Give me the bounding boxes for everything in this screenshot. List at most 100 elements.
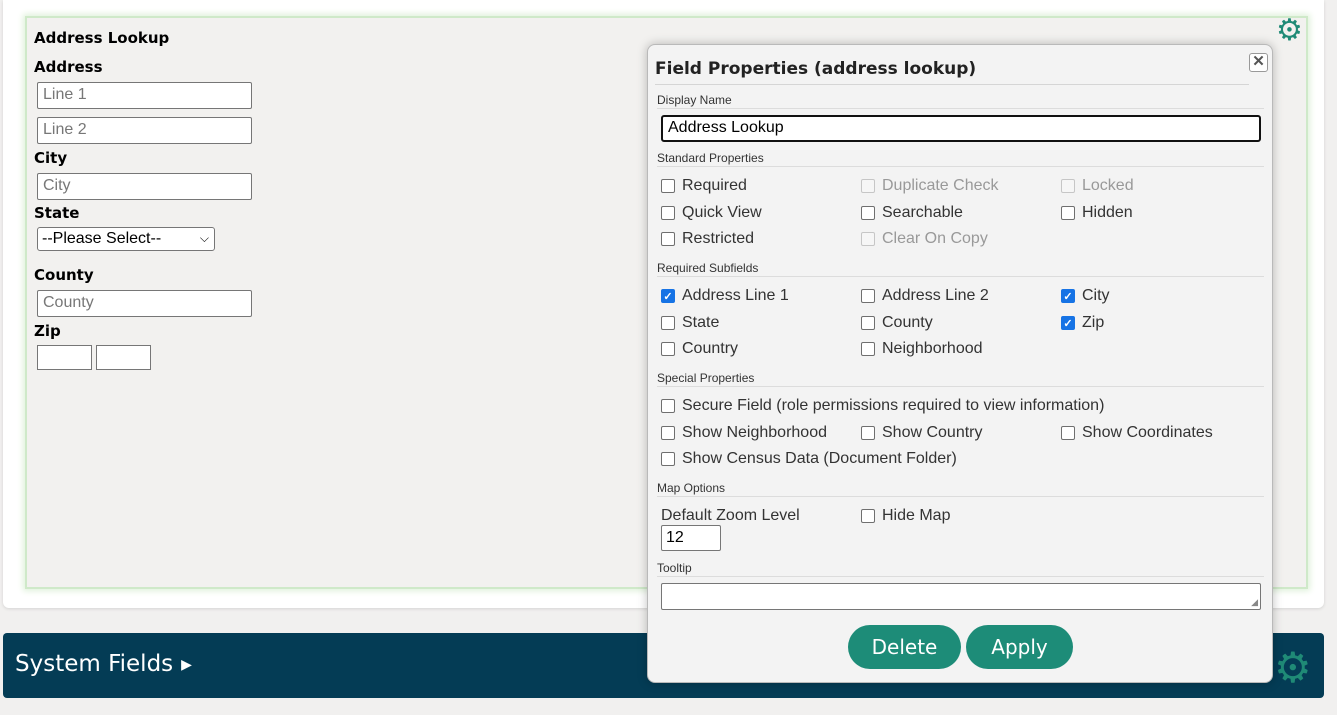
restricted-checkbox[interactable]: Restricted	[661, 230, 754, 248]
checkbox-label: Duplicate Check	[882, 177, 999, 194]
show-neighborhood-checkbox[interactable]: Show Neighborhood	[661, 424, 827, 442]
show-coordinates-checkbox[interactable]: Show Coordinates	[1061, 424, 1213, 442]
default-zoom-label: Default Zoom Level	[661, 507, 800, 524]
checkbox-box	[861, 289, 875, 303]
checkbox-box	[661, 342, 675, 356]
checkbox-box	[661, 179, 675, 193]
checkbox-label: Zip	[1082, 314, 1105, 331]
duplicate-check-checkbox: Duplicate Check	[861, 177, 999, 195]
close-icon[interactable]: ✕	[1249, 53, 1268, 72]
checkbox-label: Address Line 2	[882, 287, 989, 304]
tooltip-textarea[interactable]: ◢	[661, 583, 1261, 610]
show-census-data-checkbox[interactable]: Show Census Data (Document Folder)	[661, 450, 957, 468]
state-label: State	[34, 204, 80, 222]
checkbox-label: Hidden	[1082, 204, 1133, 221]
dialog-title: Field Properties (address lookup)	[655, 59, 977, 79]
searchable-checkbox[interactable]: Searchable	[861, 204, 963, 222]
checkbox-label: City	[1082, 287, 1110, 304]
checkbox-label: Neighborhood	[882, 340, 983, 357]
checkbox-label: Show Country	[882, 424, 983, 441]
checkbox-box	[861, 232, 875, 246]
checkbox-box	[661, 426, 675, 440]
address-line2-input[interactable]: Line 2	[37, 117, 252, 144]
tooltip-label: Tooltip	[657, 561, 1264, 577]
checkbox-box	[861, 179, 875, 193]
checkbox-box	[861, 206, 875, 220]
country-subfield-checkbox[interactable]: Country	[661, 340, 738, 358]
state-select[interactable]: --Please Select-- ⌵	[37, 227, 215, 251]
city-subfield-checkbox[interactable]: ✓ City	[1061, 287, 1110, 305]
state-select-value: --Please Select--	[42, 230, 162, 247]
checkbox-box	[661, 232, 675, 246]
checkbox-box	[861, 342, 875, 356]
clear-on-copy-checkbox: Clear On Copy	[861, 230, 988, 248]
address-label: Address	[34, 58, 103, 76]
required-subfields-label: Required Subfields	[657, 261, 1264, 277]
system-fields-title: System Fields	[15, 651, 174, 677]
state-subfield-checkbox[interactable]: State	[661, 314, 719, 332]
zip-subfield-checkbox[interactable]: ✓ Zip	[1061, 314, 1104, 332]
zip-extension-input[interactable]	[96, 345, 151, 370]
default-zoom-input[interactable]: 12	[661, 525, 721, 551]
checkbox-box	[1061, 426, 1075, 440]
checkbox-box	[661, 316, 675, 330]
checkbox-label: Show Neighborhood	[682, 424, 827, 441]
county-subfield-checkbox[interactable]: County	[861, 314, 933, 332]
county-label: County	[34, 266, 94, 284]
special-properties-label: Special Properties	[657, 371, 1264, 387]
checkbox-label: Locked	[1082, 177, 1134, 194]
checkmark-icon: ✓	[661, 289, 675, 303]
hide-map-checkbox[interactable]: Hide Map	[861, 507, 950, 525]
checkbox-label: Country	[682, 340, 739, 357]
required-checkbox[interactable]: Required	[661, 177, 747, 195]
gear-icon[interactable]: ⚙	[1276, 16, 1303, 46]
address-line-1-checkbox[interactable]: ✓ Address Line 1	[661, 287, 789, 305]
checkbox-box	[1061, 179, 1075, 193]
form-title: Address Lookup	[34, 29, 170, 47]
address-line-2-checkbox[interactable]: Address Line 2	[861, 287, 989, 305]
city-label: City	[34, 149, 68, 167]
county-input[interactable]: County	[37, 290, 252, 317]
hidden-checkbox[interactable]: Hidden	[1061, 204, 1133, 222]
delete-button[interactable]: Delete	[848, 625, 961, 669]
checkbox-label: Secure Field (role permissions required …	[682, 397, 1105, 414]
display-name-label: Display Name	[657, 93, 1264, 109]
chevron-down-icon: ⌵	[199, 231, 209, 245]
apply-button[interactable]: Apply	[966, 625, 1073, 669]
checkbox-box	[861, 426, 875, 440]
quick-view-checkbox[interactable]: Quick View	[661, 204, 762, 222]
caret-right-icon: ▶	[181, 656, 192, 673]
checkbox-label: Clear On Copy	[882, 230, 988, 247]
zip-label: Zip	[34, 322, 61, 340]
neighborhood-subfield-checkbox[interactable]: Neighborhood	[861, 340, 983, 358]
checkbox-label: Restricted	[682, 230, 755, 247]
city-input[interactable]: City	[37, 173, 252, 200]
checkbox-box	[661, 206, 675, 220]
locked-checkbox: Locked	[1061, 177, 1134, 195]
secure-field-checkbox[interactable]: Secure Field (role permissions required …	[661, 397, 1104, 415]
checkbox-box	[661, 452, 675, 466]
map-options-label: Map Options	[657, 481, 1264, 497]
show-country-checkbox[interactable]: Show Country	[861, 424, 983, 442]
resize-grip-icon[interactable]: ◢	[1251, 597, 1258, 608]
checkbox-label: Hide Map	[882, 507, 951, 524]
checkbox-label: Searchable	[882, 204, 963, 221]
checkbox-box	[861, 316, 875, 330]
field-properties-dialog: Field Properties (address lookup) ✕ Disp…	[647, 44, 1273, 683]
checkbox-label: State	[682, 314, 720, 331]
address-line1-input[interactable]: Line 1	[37, 82, 252, 109]
checkbox-label: Show Coordinates	[1082, 424, 1213, 441]
checkbox-box	[861, 509, 875, 523]
checkbox-label: County	[882, 314, 933, 331]
checkbox-label: Address Line 1	[682, 287, 789, 304]
checkbox-label: Required	[682, 177, 747, 194]
standard-properties-label: Standard Properties	[657, 151, 1264, 167]
checkbox-box	[1061, 206, 1075, 220]
display-name-input[interactable]: Address Lookup	[661, 115, 1261, 142]
checkbox-label: Show Census Data (Document Folder)	[682, 450, 957, 467]
zip-input[interactable]	[37, 345, 92, 370]
checkbox-box	[661, 399, 675, 413]
system-fields-header[interactable]: System Fields ▶	[15, 651, 192, 677]
checkmark-icon: ✓	[1061, 289, 1075, 303]
gear-icon[interactable]: ⚙	[1274, 643, 1312, 692]
